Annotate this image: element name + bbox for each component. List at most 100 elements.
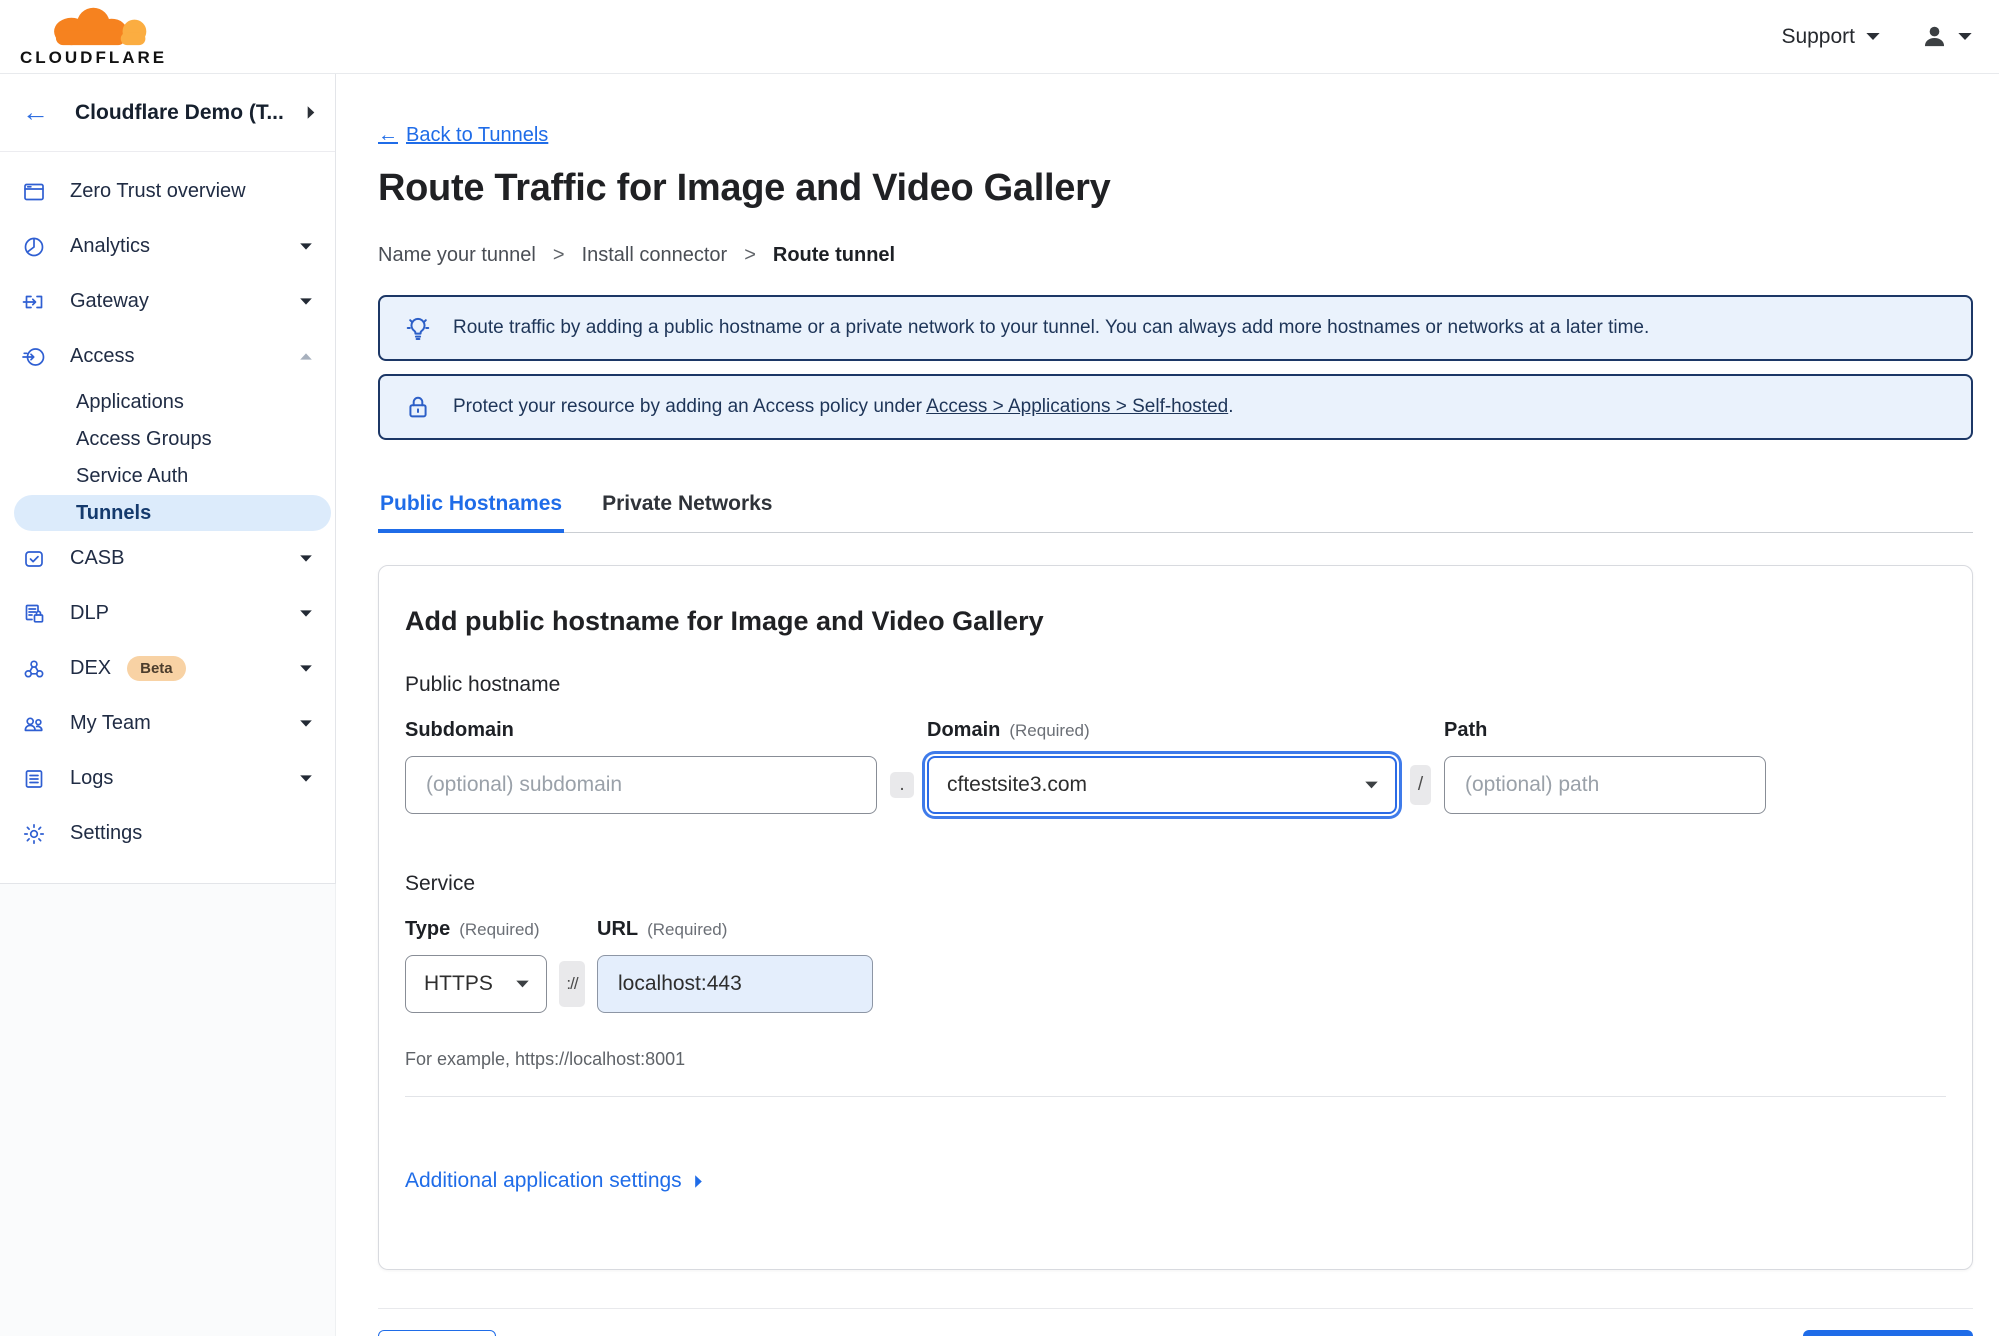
support-label: Support (1781, 24, 1855, 48)
chevron-down-icon (300, 720, 312, 727)
account-menu[interactable] (1921, 23, 1973, 50)
sidebar-item-dex[interactable]: DEX Beta (0, 641, 335, 696)
type-label: Type (405, 918, 451, 940)
domain-select[interactable]: cftestsite3.com (927, 756, 1397, 814)
hostname-tabs: Public Hostnames Private Networks (378, 484, 1973, 533)
beta-badge: Beta (127, 656, 186, 681)
sidebar-item-tunnels[interactable]: Tunnels (14, 495, 331, 531)
back-arrow-icon: ← (378, 124, 398, 146)
lightbulb-icon (406, 317, 430, 340)
chevron-down-icon (516, 980, 529, 988)
dlp-icon (25, 604, 44, 623)
card-heading: Add public hostname for Image and Video … (405, 606, 1044, 636)
sidebar-item-dlp[interactable]: DLP (0, 586, 335, 641)
user-icon (1924, 26, 1945, 47)
public-hostname-group-label: Public hostname (405, 673, 561, 696)
lock-icon (409, 396, 427, 418)
chevron-up-icon (300, 353, 312, 360)
subdomain-label: Subdomain (405, 719, 514, 741)
domain-label: Domain (927, 719, 1001, 741)
step-install-connector[interactable]: Install connector (582, 244, 728, 267)
account-switcher[interactable]: ← Cloudflare Demo (T... (0, 74, 335, 152)
service-group-label: Service (405, 872, 476, 895)
tab-public-hostnames[interactable]: Public Hostnames (378, 484, 565, 533)
card-divider (405, 1096, 1946, 1097)
tab-private-networks[interactable]: Private Networks (600, 484, 774, 533)
save-tunnel-button[interactable]: Save tunnel (1803, 1330, 1973, 1336)
step-separator: > (744, 244, 756, 266)
step-separator: > (552, 244, 565, 266)
wizard-footer: Back Save tunnel (378, 1308, 1973, 1336)
account-name: Cloudflare Demo (T... (75, 100, 284, 124)
step-route-tunnel: Route tunnel (772, 244, 896, 266)
sidebar-item-settings[interactable]: Settings (0, 806, 335, 861)
overview-icon (24, 183, 44, 200)
info-banner-access-policy: Protect your resource by adding an Acces… (378, 374, 1973, 440)
sidebar-item-logs[interactable]: Logs (0, 751, 335, 806)
chevron-right-icon (694, 1174, 702, 1188)
path-label: Path (1444, 719, 1488, 741)
public-hostname-card: Add public hostname for Image and Video … (378, 565, 1973, 1270)
sidebar-item-gateway[interactable]: Gateway (0, 274, 335, 329)
team-icon (24, 716, 43, 731)
casb-icon (25, 550, 43, 567)
cloudflare-logo[interactable]: CLOUDFLARE (20, 5, 167, 68)
chevron-down-icon (300, 610, 312, 617)
chevron-down-icon (1866, 32, 1880, 41)
service-type-select[interactable]: HTTPS (405, 955, 547, 1013)
sidebar-item-service-auth[interactable]: Service Auth (0, 458, 335, 495)
sidebar-item-applications[interactable]: Applications (0, 384, 335, 421)
chevron-down-icon (300, 298, 312, 305)
required-hint: (Required) (1009, 721, 1090, 740)
main-content: ← Back to Tunnels Route Traffic for Imag… (336, 74, 1999, 1336)
hostname-field-row: Subdomain . Domain (Required) cftestsite… (405, 719, 1946, 814)
subdomain-input[interactable] (405, 756, 877, 814)
chevron-right-icon (307, 106, 315, 119)
back-arrow-icon[interactable]: ← (22, 99, 49, 126)
banner-text: Route traffic by adding a public hostnam… (453, 317, 1650, 338)
chevron-down-icon (1365, 781, 1378, 789)
access-applications-self-hosted-link[interactable]: Access > Applications > Self-hosted (926, 396, 1228, 417)
dot-separator: . (890, 772, 914, 798)
sidebar-item-casb[interactable]: CASB (0, 531, 335, 586)
type-selected-value: HTTPS (424, 972, 493, 995)
back-button[interactable]: Back (378, 1330, 496, 1336)
gear-icon (23, 823, 45, 844)
slash-separator: / (1410, 765, 1431, 805)
top-bar: CLOUDFLARE Support (0, 0, 1999, 74)
access-icon (22, 347, 45, 366)
page-title: Route Traffic for Image and Video Galler… (378, 167, 1111, 209)
sidebar: ← Cloudflare Demo (T... Zero Trust overv… (0, 74, 336, 1336)
required-hint: (Required) (647, 920, 728, 939)
url-example-hint: For example, https://localhost:8001 (405, 1049, 686, 1069)
chevron-down-icon (300, 243, 312, 250)
sidebar-item-zero-trust-overview[interactable]: Zero Trust overview (0, 164, 335, 219)
chevron-down-icon (300, 665, 312, 672)
chevron-down-icon (1958, 32, 1972, 41)
chevron-down-icon (300, 555, 312, 562)
analytics-icon (24, 237, 44, 256)
gateway-icon (22, 295, 43, 308)
back-to-tunnels-link[interactable]: ← Back to Tunnels (378, 124, 548, 147)
step-name-your-tunnel[interactable]: Name your tunnel (378, 244, 536, 267)
cloudflare-wordmark: CLOUDFLARE (20, 48, 168, 67)
sidebar-item-access[interactable]: Access (0, 329, 335, 384)
logs-icon (25, 769, 43, 788)
support-menu[interactable]: Support (1781, 25, 1881, 49)
service-field-row: Type (Required) HTTPS :// URL (Required) (405, 918, 1946, 1013)
chevron-down-icon (300, 775, 312, 782)
path-input[interactable] (1444, 756, 1766, 814)
domain-selected-value: cftestsite3.com (947, 773, 1088, 796)
banner-text: Protect your resource by adding an Acces… (453, 396, 1234, 417)
additional-application-settings-toggle[interactable]: Additional application settings (405, 1169, 704, 1193)
access-sub-menu: Applications Access Groups Service Auth … (0, 384, 335, 531)
scheme-separator: :// (559, 961, 585, 1007)
sidebar-item-access-groups[interactable]: Access Groups (0, 421, 335, 458)
url-label: URL (597, 918, 639, 940)
cloudflare-cloud-icon (27, 5, 167, 47)
sidebar-lower-area (0, 884, 336, 1336)
sidebar-item-my-team[interactable]: My Team (0, 696, 335, 751)
service-url-input[interactable] (597, 955, 873, 1013)
dex-icon (24, 659, 44, 678)
sidebar-item-analytics[interactable]: Analytics (0, 219, 335, 274)
